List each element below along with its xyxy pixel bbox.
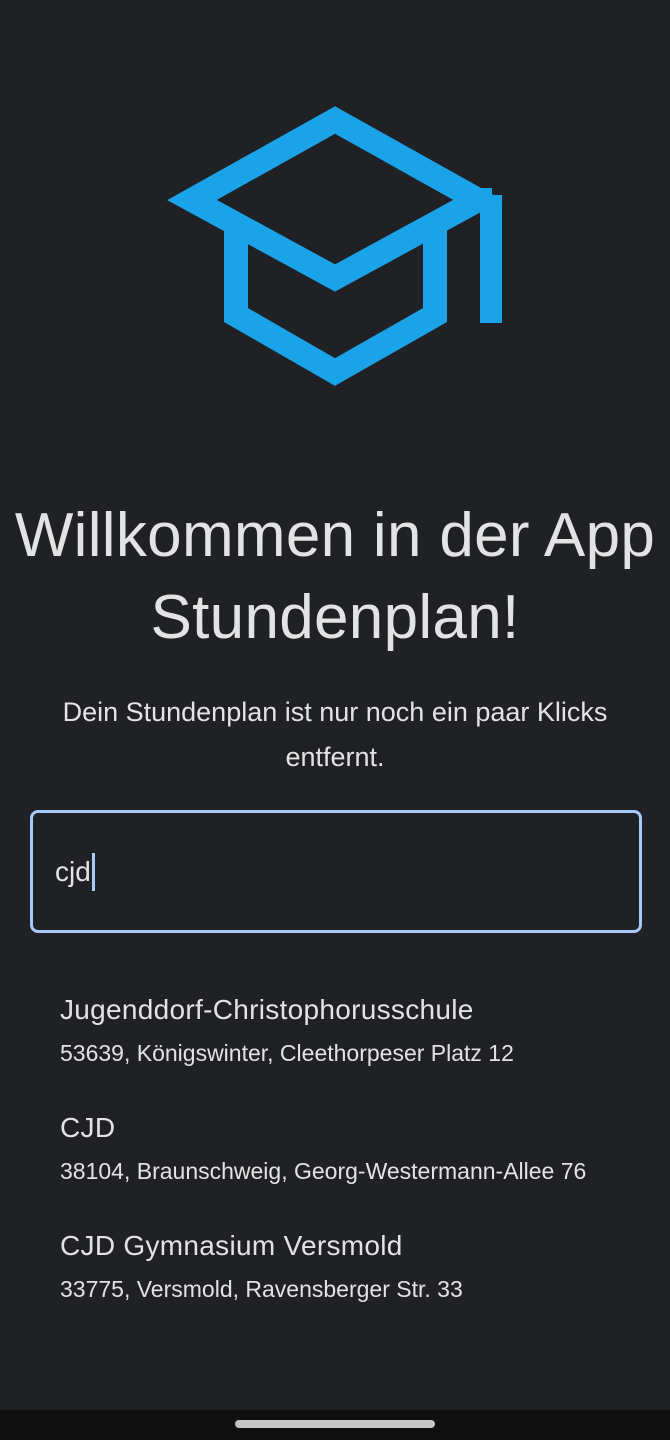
list-item[interactable]: Jugenddorf-Christophorusschule 53639, Kö… [60,990,620,1072]
welcome-subtitle: Dein Stundenplan ist nur noch ein paar K… [62,697,608,772]
home-gesture-handle[interactable] [235,1420,435,1428]
school-search-field[interactable]: cjd [30,810,642,933]
welcome-title: Willkommen in der App Stundenplan! [14,501,656,652]
graduation-cap-icon [167,106,503,386]
result-name: Jugenddorf-Christophorusschule [60,994,474,1025]
search-results-list: Jugenddorf-Christophorusschule 53639, Kö… [60,990,620,1344]
result-address: 53639, Königswinter, Cleethorpeser Platz… [60,1040,514,1066]
result-name: CJD [60,1112,116,1143]
text-cursor [91,852,95,891]
result-address: 33775, Versmold, Ravensberger Str. 33 [60,1276,463,1302]
result-address: 38104, Braunschweig, Georg-Westermann-Al… [60,1158,587,1184]
search-input-value: cjd [55,855,91,887]
list-item[interactable]: CJD Gymnasium Versmold 33775, Versmold, … [60,1226,620,1308]
list-item[interactable]: CJD 38104, Braunschweig, Georg-Westerman… [60,1108,620,1190]
search-input[interactable]: cjd [55,813,95,930]
result-name: CJD Gymnasium Versmold [60,1230,403,1261]
welcome-screen: Willkommen in der App Stundenplan! Dein … [0,0,670,1440]
